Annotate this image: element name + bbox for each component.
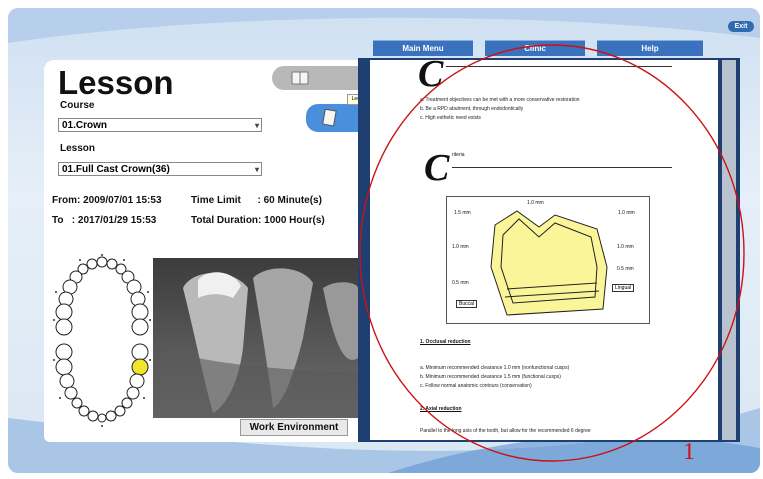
time-limit: Time Limit : 60 Minute(s) [191,195,322,206]
xray-image [153,258,358,418]
course-label: Course [60,100,95,111]
document-icon [322,109,337,127]
book-icon [291,71,309,85]
dental-chart[interactable] [50,252,154,430]
chevron-down-icon: ▾ [254,165,259,174]
chevron-down-icon: ▾ [254,121,259,130]
lesson-select-value: 01.Full Cast Crown(36) [62,164,170,175]
exit-button[interactable]: Exit [728,21,754,32]
page-title: Lesson [58,64,174,101]
lesson-label: Lesson [60,143,96,154]
tab-lecture[interactable] [306,104,362,132]
annotation-number: 1 [683,439,695,465]
to-date: To : 2017/01/29 15:53 [52,215,157,226]
course-select-value: 01.Crown [62,120,108,131]
total-duration: Total Duration: 1000 Hour(s) [191,215,325,226]
tab-book[interactable] [272,66,362,90]
lesson-select[interactable]: 01.Full Cast Crown(36) ▾ [58,162,262,176]
annotation-ellipse [359,44,745,462]
from-date: From: 2009/07/01 15:53 [52,195,162,206]
course-select[interactable]: 01.Crown ▾ [58,118,262,132]
work-environment-button[interactable]: Work Environment [240,419,348,436]
